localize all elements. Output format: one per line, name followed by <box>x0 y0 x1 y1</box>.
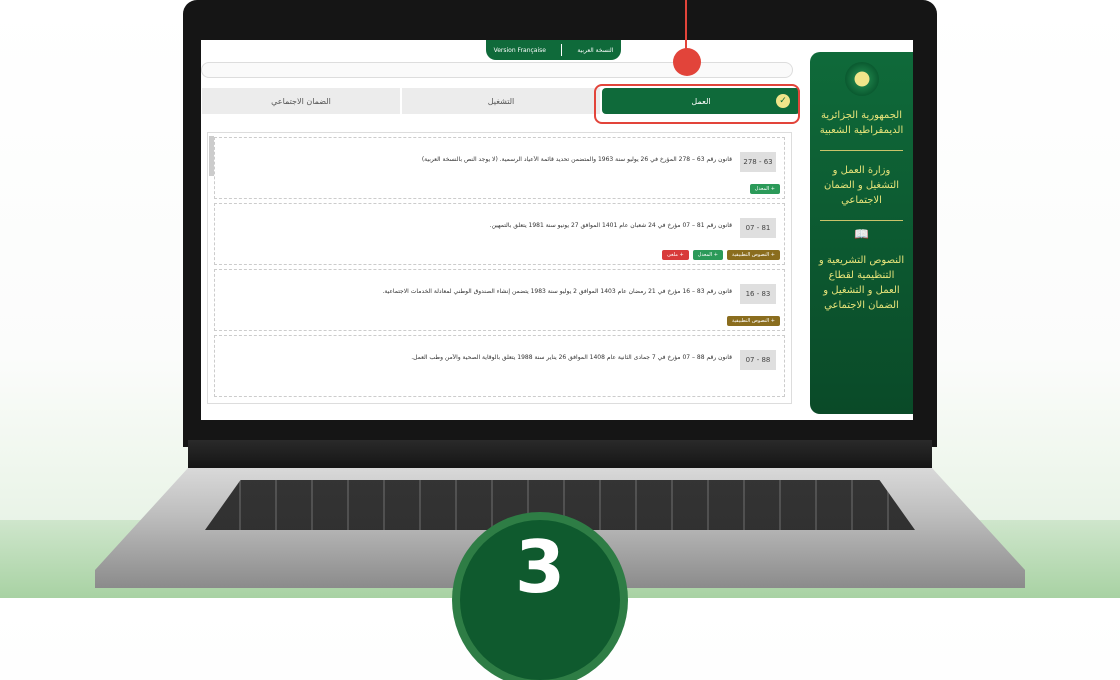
law-actions: + النصوص التطبيقية <box>726 316 780 326</box>
step-number: 3 <box>514 525 566 609</box>
law-text[interactable]: قانون رقم 81 – 07 مؤرخ في 24 شعبان عام 1… <box>225 222 732 229</box>
law-text[interactable]: قانون رقم 83 – 16 مؤرخ في 21 رمضان عام 1… <box>225 288 732 295</box>
law-actions: + النصوص التطبيقية + المعدل + ملغى <box>662 250 780 260</box>
country-name: الجمهورية الجزائرية الديمقراطية الشعبية <box>819 110 904 136</box>
list-item: 16 - 83 قانون رقم 83 – 16 مؤرخ في 21 رمض… <box>214 269 785 331</box>
repealed-button[interactable]: + ملغى <box>662 250 689 260</box>
list-item: 07 - 88 قانون رقم 88 – 07 مؤرخ في 7 جماد… <box>214 335 785 397</box>
application-texts-button[interactable]: + النصوص التطبيقية <box>726 250 780 260</box>
emblem-icon <box>844 62 879 96</box>
list-item: 07 - 81 قانون رقم 81 – 07 مؤرخ في 24 شعب… <box>214 203 785 265</box>
tab-employment[interactable]: التشغيل <box>402 88 600 114</box>
ministry-name: وزارة العمل و التشغيل و الضمان الاجتماعي <box>823 165 900 206</box>
pointer-dot <box>673 48 701 76</box>
tab-label: التشغيل <box>487 96 515 106</box>
arabic-version-link[interactable]: النسخة العربية <box>577 47 613 54</box>
law-number: 07 - 81 <box>740 218 776 238</box>
book-icon: 📖 <box>854 227 869 241</box>
language-switch: Version Française النسخة العربية <box>486 40 621 60</box>
tab-social-security[interactable]: الضمان الاجتماعي <box>202 88 400 114</box>
search-input[interactable] <box>201 62 793 78</box>
law-number: 07 - 88 <box>740 350 776 370</box>
law-number: 278 - 63 <box>740 152 776 172</box>
amended-button[interactable]: + المعدل <box>749 184 780 194</box>
law-number: 16 - 83 <box>740 284 776 304</box>
french-version-link[interactable]: Version Française <box>494 47 546 54</box>
section-title: النصوص التشريعية و التنظيمية لقطاع العمل… <box>818 255 905 311</box>
law-actions: + المعدل <box>749 184 780 194</box>
divider <box>820 220 903 221</box>
law-list: 278 - 63 قانون رقم 63 – 278 المؤرخ في 26… <box>207 132 792 404</box>
sidebar: الجمهورية الجزائرية الديمقراطية الشعبية … <box>810 52 913 414</box>
law-text[interactable]: قانون رقم 63 – 278 المؤرخ في 26 يوليو سن… <box>225 156 732 163</box>
amended-button[interactable]: + المعدل <box>692 250 723 260</box>
law-text[interactable]: قانون رقم 88 – 07 مؤرخ في 7 جمادى الثاني… <box>225 354 732 361</box>
highlight-frame <box>594 84 800 124</box>
list-item: 278 - 63 قانون رقم 63 – 278 المؤرخ في 26… <box>214 137 785 199</box>
divider <box>820 150 903 151</box>
screen: Version Française النسخة العربية ✓ العمل… <box>201 40 913 420</box>
step-badge: 3 <box>460 520 620 680</box>
application-texts-button[interactable]: + النصوص التطبيقية <box>726 316 780 326</box>
divider <box>561 44 563 56</box>
tab-label: الضمان الاجتماعي <box>271 96 331 106</box>
